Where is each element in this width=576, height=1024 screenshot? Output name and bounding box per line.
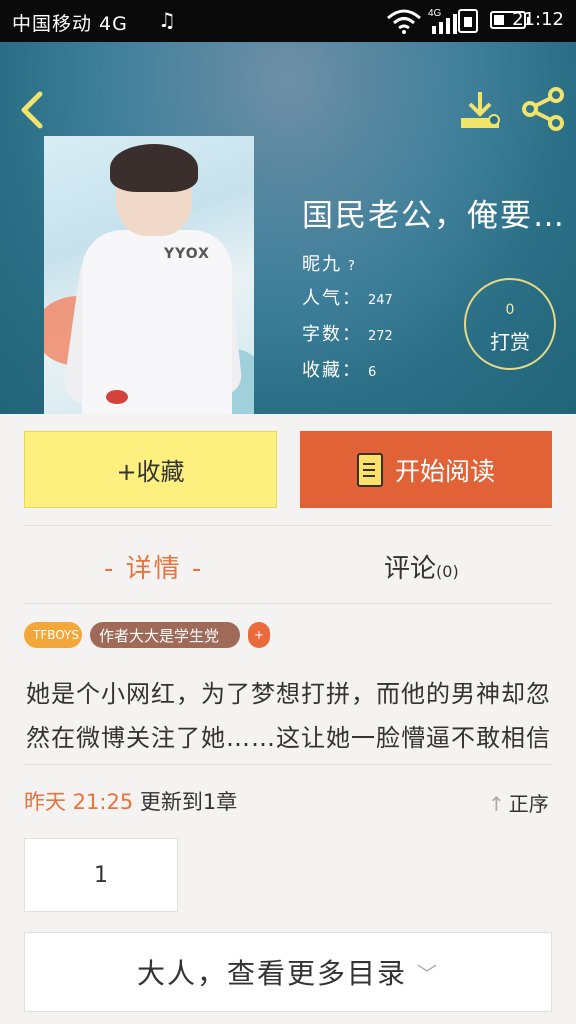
popularity-row: 人气： 247 bbox=[302, 284, 393, 310]
clock: 21:12 bbox=[512, 9, 564, 30]
view-more-catalog-button[interactable]: 大人，查看更多目录 ﹀ bbox=[24, 932, 552, 1012]
signal-icon: 4G bbox=[428, 8, 457, 34]
update-text: 更新到1章 bbox=[139, 790, 238, 814]
update-info: 昨天 21:25 更新到1章 bbox=[24, 786, 237, 816]
view-more-label: 大人，查看更多目录 bbox=[136, 957, 407, 990]
book-cover-image: YYOX bbox=[44, 136, 254, 414]
start-reading-label: 开始阅读 bbox=[394, 456, 495, 486]
wifi-icon bbox=[387, 9, 421, 34]
book-hero: YYOX 国民老公，俺要… 昵九? 人气： 247 字数： 272 收藏： 6 0 打… bbox=[0, 42, 576, 414]
back-chevron-icon[interactable] bbox=[16, 90, 46, 130]
reward-button[interactable]: 0 打赏 bbox=[464, 278, 556, 370]
add-favorite-button[interactable]: +收藏 bbox=[24, 431, 277, 508]
wordcount-label: 字数： bbox=[302, 324, 362, 345]
share-icon[interactable] bbox=[520, 86, 566, 132]
sim-icon bbox=[458, 9, 478, 33]
popularity-label: 人气： bbox=[302, 288, 362, 309]
author-value: ? bbox=[348, 259, 355, 274]
music-icon: ♫ bbox=[158, 8, 176, 32]
tag-chip[interactable]: 作者大大是学生党 bbox=[90, 622, 240, 648]
book-icon bbox=[356, 452, 383, 487]
divider bbox=[24, 525, 552, 526]
author-label: 昵九 bbox=[302, 254, 342, 275]
comment-count: (0) bbox=[436, 562, 459, 581]
add-tag-button[interactable]: + bbox=[248, 622, 270, 648]
status-bar: 中国移动 4G ♫ 4G 21:12 bbox=[0, 0, 576, 42]
carrier-label: 中国移动 4G bbox=[12, 13, 128, 35]
net-type-label: 4G bbox=[428, 8, 442, 19]
favorites-value: 6 bbox=[368, 365, 377, 380]
divider bbox=[24, 764, 552, 765]
sort-order-toggle[interactable]: ↑ 正序 bbox=[488, 788, 549, 817]
favorites-row: 收藏： 6 bbox=[302, 356, 376, 382]
book-description: 她是个小网红，为了梦想打拼，而他的男神却忽然在微博关注了她……这让她一脸懵逼不敢… bbox=[26, 680, 551, 752]
author-row: 昵九? bbox=[302, 250, 355, 276]
chevron-down-icon: ﹀ bbox=[417, 961, 439, 986]
book-title: 国民老公，俺要… bbox=[302, 198, 566, 234]
reward-count: 0 bbox=[505, 302, 515, 318]
reward-label: 打赏 bbox=[490, 330, 530, 354]
popularity-value: 247 bbox=[368, 293, 393, 308]
tag-chip[interactable]: TFBOYS bbox=[24, 622, 82, 648]
tab-comments-label: 评论 bbox=[384, 554, 437, 584]
wordcount-value: 272 bbox=[368, 329, 393, 344]
divider bbox=[24, 603, 552, 604]
sort-order-label: 正序 bbox=[508, 792, 549, 816]
chapter-item[interactable]: 1 bbox=[24, 838, 178, 912]
tab-comments[interactable]: 评论(0) bbox=[384, 548, 459, 585]
start-reading-button[interactable]: 开始阅读 bbox=[300, 431, 552, 508]
wordcount-row: 字数： 272 bbox=[302, 320, 393, 346]
download-icon[interactable] bbox=[458, 88, 502, 132]
update-time: 昨天 21:25 bbox=[24, 790, 134, 814]
favorites-label: 收藏： bbox=[302, 360, 362, 381]
arrow-up-icon: ↑ bbox=[488, 792, 505, 816]
tab-detail[interactable]: - 详情 - bbox=[104, 548, 203, 585]
